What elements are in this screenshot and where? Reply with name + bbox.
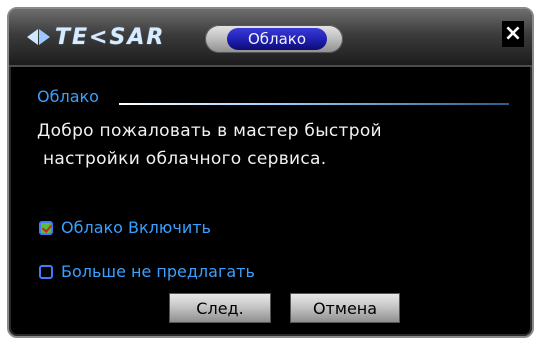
dont-offer-option[interactable]: Больше не предлагать <box>39 262 255 281</box>
close-button[interactable]: × <box>502 21 524 47</box>
brand-name: TE<SAR <box>55 24 166 50</box>
section-divider <box>119 103 509 105</box>
enable-cloud-option[interactable]: Облако Включить <box>39 218 211 237</box>
dont-offer-checkbox[interactable] <box>39 264 53 279</box>
welcome-line-2: настройки облачного сервиса. <box>43 149 327 169</box>
brand-logo: TE<SAR <box>27 24 166 50</box>
enable-cloud-label: Облако Включить <box>61 218 211 237</box>
close-icon: × <box>503 21 523 46</box>
tab-cloud[interactable]: Облако <box>205 25 343 53</box>
dont-offer-label: Больше не предлагать <box>61 262 255 281</box>
title-bar: TE<SAR Облако × <box>9 9 532 67</box>
welcome-message: Добро пожаловать в мастер быстрой настро… <box>37 117 517 173</box>
tab-cloud-label: Облако <box>227 28 327 50</box>
next-button[interactable]: След. <box>169 293 271 323</box>
logo-arrows-icon <box>27 29 50 45</box>
cloud-wizard-dialog: TE<SAR Облако × Облако Добро пожаловать … <box>7 7 534 338</box>
welcome-line-1: Добро пожаловать в мастер быстрой <box>37 121 382 141</box>
enable-cloud-checkbox[interactable] <box>39 220 53 235</box>
section-title: Облако <box>37 87 99 106</box>
cancel-button[interactable]: Отмена <box>290 293 400 323</box>
